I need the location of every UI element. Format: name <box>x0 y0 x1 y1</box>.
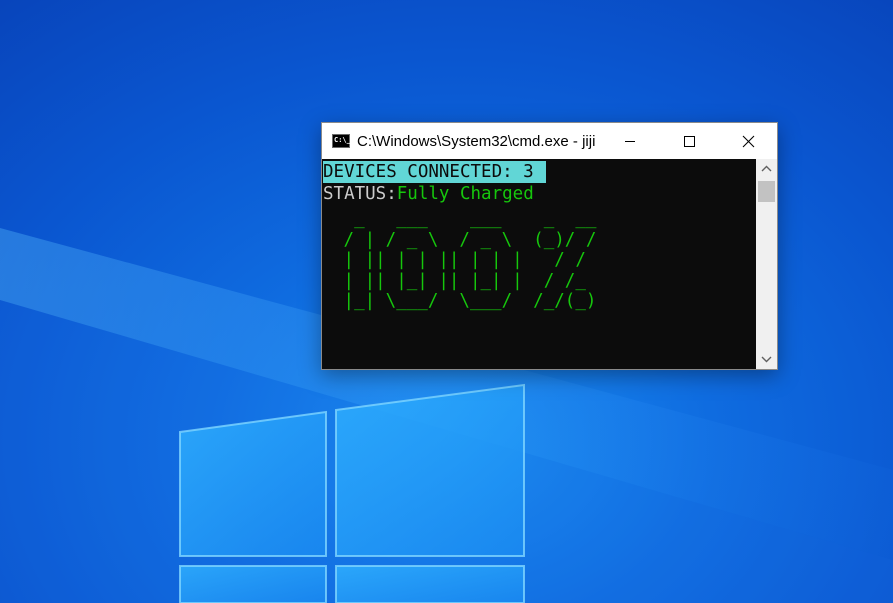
console-output[interactable]: DEVICES CONNECTED: 3 STATUS:Fully Charge… <box>322 159 756 369</box>
devices-connected-line: DEVICES CONNECTED: 3 <box>323 161 546 183</box>
scroll-down-button[interactable] <box>756 349 777 369</box>
ascii-percentage-art: _ ___ ___ _ __ / | / _ \ / _ \ (_)/ / | … <box>343 209 597 311</box>
title-bar[interactable]: C:\_ C:\Windows\System32\cmd.exe - jiji <box>322 123 777 159</box>
chevron-down-icon <box>761 356 772 363</box>
close-button[interactable] <box>719 123 777 159</box>
status-value: Fully Charged <box>396 184 534 204</box>
maximize-icon <box>684 136 695 147</box>
close-icon <box>742 135 755 148</box>
scroll-up-button[interactable] <box>756 159 777 179</box>
window-title: C:\Windows\System32\cmd.exe - jiji <box>357 133 596 150</box>
chevron-up-icon <box>761 165 772 172</box>
cmd-icon[interactable]: C:\_ <box>332 134 351 148</box>
status-line: STATUS:Fully Charged <box>323 183 534 205</box>
scroll-thumb[interactable] <box>758 181 775 202</box>
status-label: STATUS: <box>323 184 397 204</box>
minimize-icon <box>625 141 635 142</box>
minimize-button[interactable] <box>601 123 659 159</box>
cmd-window[interactable]: C:\_ C:\Windows\System32\cmd.exe - jiji … <box>321 122 778 370</box>
maximize-button[interactable] <box>660 123 718 159</box>
cmd-icon-text: C:\_ <box>334 136 351 144</box>
vertical-scrollbar[interactable] <box>756 159 777 369</box>
